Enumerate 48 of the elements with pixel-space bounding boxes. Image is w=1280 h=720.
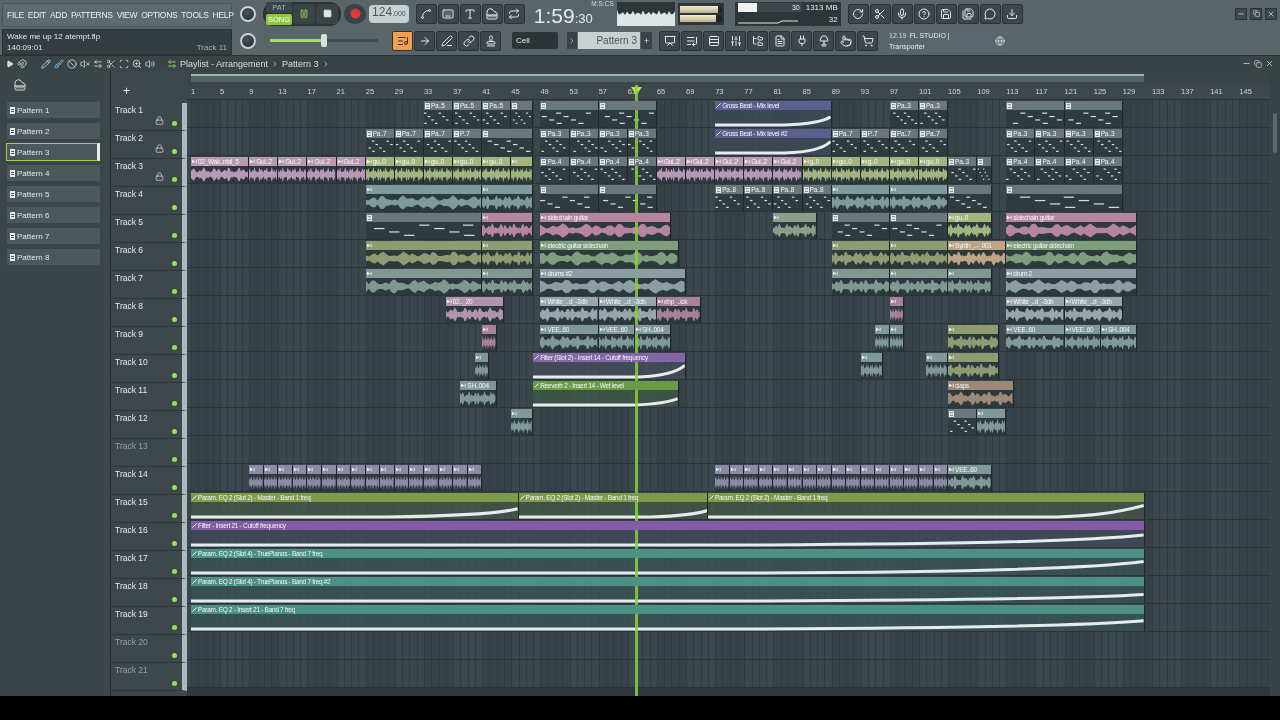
track-name: Track 6 xyxy=(115,245,144,257)
pattern-item[interactable]: Pattern 8 xyxy=(6,248,100,266)
pattern-item[interactable]: Pattern 1 xyxy=(6,101,100,119)
track-name: Track 10 xyxy=(115,357,148,369)
track-name: Track 8 xyxy=(115,301,144,313)
track-name: Track 12 xyxy=(115,413,148,425)
pattern-item[interactable]: Pattern 3 xyxy=(6,143,100,161)
project-file-name: Wake me up 12 atempt.flp xyxy=(7,32,102,41)
playlist-title: Playlist - Arrangement xyxy=(180,58,269,69)
track-name: Track 11 xyxy=(115,385,148,397)
menu-item[interactable]: VIEW xyxy=(116,10,138,20)
pattern-item[interactable]: Pattern 6 xyxy=(6,206,100,224)
playlist-pattern: Pattern 3 xyxy=(282,58,319,69)
track-name: Track 17 xyxy=(115,553,148,565)
track-name: Track 13 xyxy=(115,441,148,453)
track-name: Track 15 xyxy=(115,497,148,509)
menu-item[interactable]: PATTERNS xyxy=(71,10,113,20)
memory-reading: 1313 MB xyxy=(805,3,838,12)
track-name: Track 2 xyxy=(115,133,144,145)
pattern-item[interactable]: Pattern 4 xyxy=(6,164,100,182)
menu-item[interactable]: FILE xyxy=(7,10,24,20)
track-name: Track 16 xyxy=(115,525,148,537)
pattern-selector[interactable]: Pattern 3 xyxy=(578,32,640,49)
track-name: Track 5 xyxy=(115,217,144,229)
snap-select[interactable]: Cell xyxy=(512,32,558,49)
pattern-item[interactable]: Pattern 2 xyxy=(6,122,100,140)
track-name: Track 20 xyxy=(115,637,148,649)
polyphony-reading: 32 xyxy=(828,15,838,24)
track-name: Track 21 xyxy=(115,665,148,677)
add-pattern-button[interactable]: + xyxy=(641,32,652,49)
track-name: Track 1 xyxy=(115,105,144,117)
menu-item[interactable]: ADD xyxy=(49,10,67,20)
track-name: Track 19 xyxy=(115,609,148,621)
pattern-item[interactable]: Pattern 5 xyxy=(6,185,100,203)
add-track-button[interactable]: + xyxy=(121,82,132,99)
hint-target: Track 11 xyxy=(196,43,227,52)
track-name: Track 7 xyxy=(115,273,144,285)
song-position: 140:09:01 xyxy=(7,43,44,52)
menu-item[interactable]: TOOLS xyxy=(181,10,209,20)
menu-item[interactable]: OPTIONS xyxy=(141,10,178,20)
menu-item[interactable]: EDIT xyxy=(27,10,46,20)
menu-item[interactable]: HELP xyxy=(212,10,234,20)
track-name: Track 14 xyxy=(115,469,148,481)
track-name: Track 9 xyxy=(115,329,144,341)
track-name: Track 4 xyxy=(115,189,144,201)
track-name: Track 3 xyxy=(115,161,144,173)
track-name: Track 18 xyxy=(115,581,148,593)
pattern-item[interactable]: Pattern 7 xyxy=(6,227,100,245)
